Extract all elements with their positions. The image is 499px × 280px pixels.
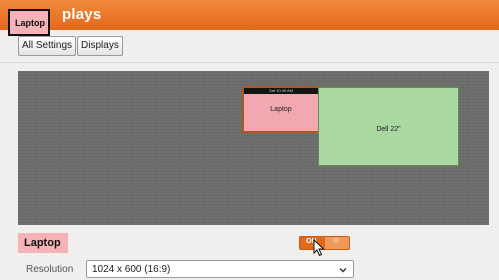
window-title: plays bbox=[62, 6, 102, 23]
monitor-laptop-label: Laptop bbox=[270, 106, 292, 113]
breadcrumb-displays[interactable]: Displays bbox=[77, 36, 123, 56]
mouse-pointer-icon bbox=[313, 239, 325, 257]
divider bbox=[0, 62, 499, 63]
toggle-off-label: III bbox=[333, 238, 339, 245]
monitor-dell[interactable]: Dell 22" bbox=[318, 87, 459, 166]
title-bar: plays bbox=[0, 0, 499, 30]
displays-window: plays Laptop All Settings Displays Sat 1… bbox=[0, 0, 499, 280]
resolution-select[interactable]: 1024 x 600 (16:9) bbox=[86, 260, 354, 278]
laptop-panel-clock: Sat 10:45 AM bbox=[268, 88, 293, 93]
breadcrumb: All Settings Displays bbox=[18, 36, 123, 56]
toggle-off-segment[interactable]: III bbox=[325, 237, 349, 249]
monitor-dell-label: Dell 22" bbox=[376, 126, 401, 133]
breadcrumb-all-settings[interactable]: All Settings bbox=[18, 36, 77, 56]
monitor-identify-text: Laptop bbox=[15, 18, 45, 28]
resolution-value: 1024 x 600 (16:9) bbox=[92, 264, 171, 275]
chevron-down-icon bbox=[339, 268, 347, 273]
laptop-top-panel: Sat 10:45 AM bbox=[244, 88, 318, 94]
monitor-identify-label: Laptop bbox=[8, 9, 50, 36]
selected-display-name: Laptop bbox=[18, 233, 68, 253]
monitor-laptop[interactable]: Sat 10:45 AM Laptop bbox=[242, 86, 320, 133]
resolution-label: Resolution bbox=[26, 264, 74, 275]
